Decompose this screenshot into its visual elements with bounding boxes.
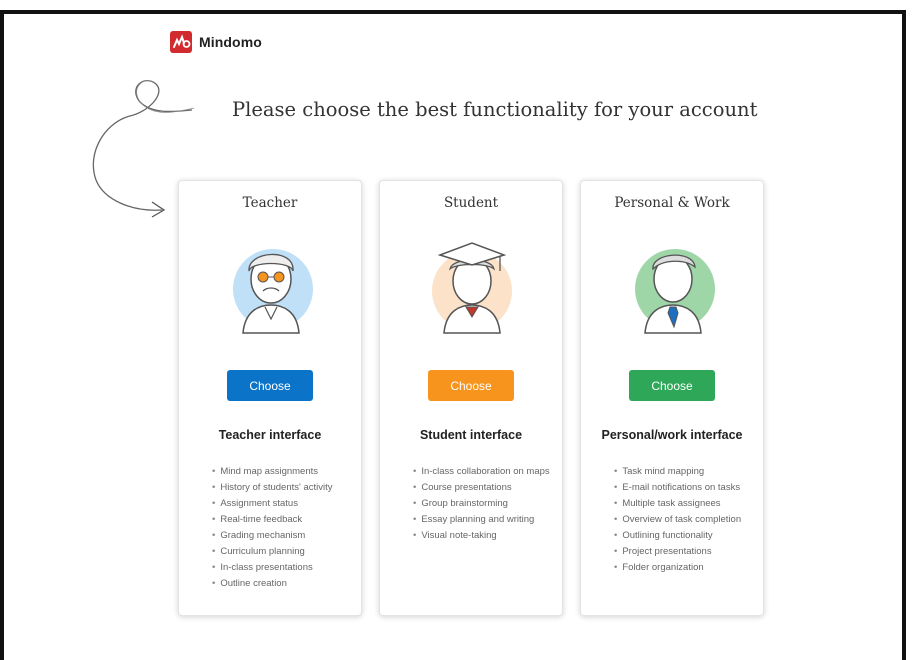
list-item: Outline creation (212, 576, 333, 592)
app-name: Mindomo (199, 34, 262, 50)
mindomo-logo-icon (170, 31, 192, 53)
list-item: Course presentations (413, 480, 550, 496)
student-interface-heading: Student interface (419, 428, 523, 442)
card-title: Personal & Work (614, 195, 730, 211)
page-title: Please choose the best functionality for… (232, 98, 758, 121)
list-item: Mind map assignments (212, 464, 333, 480)
list-item: Project presentations (614, 544, 741, 560)
personal-work-avatar-icon (635, 249, 715, 334)
teacher-card: Teacher Choose Teacher interface Mind ma… (178, 180, 362, 616)
list-item: Assignment status (212, 496, 333, 512)
student-feature-list: In-class collaboration on maps Course pr… (413, 464, 550, 544)
personal-work-card: Personal & Work Choose Personal/work int… (580, 180, 764, 616)
list-item: Outlining functionality (614, 528, 741, 544)
mindomo-logo[interactable]: Mindomo (170, 31, 262, 53)
personal-work-interface-heading: Personal/work interface (601, 428, 743, 442)
list-item: Real-time feedback (212, 512, 333, 528)
list-item: Curriculum planning (212, 544, 333, 560)
list-item: Multiple task assignees (614, 496, 741, 512)
list-item: Overview of task completion (614, 512, 741, 528)
list-item: Visual note-taking (413, 528, 550, 544)
teacher-feature-list: Mind map assignments History of students… (212, 464, 333, 592)
personal-work-choose-button[interactable]: Choose (629, 370, 715, 401)
list-item: Group brainstorming (413, 496, 550, 512)
list-item: Grading mechanism (212, 528, 333, 544)
card-title: Student (443, 195, 499, 211)
list-item: Essay planning and writing (413, 512, 550, 528)
student-choose-button[interactable]: Choose (428, 370, 514, 401)
teacher-choose-button[interactable]: Choose (227, 370, 313, 401)
list-item: History of students' activity (212, 480, 332, 496)
list-item: E-mail notifications on tasks (614, 480, 741, 496)
teacher-interface-heading: Teacher interface (218, 428, 322, 442)
student-card: Student Choose Student interface In-clas… (379, 180, 563, 616)
card-title: Teacher (242, 195, 298, 211)
list-item: Task mind mapping (614, 464, 741, 480)
list-item: In-class collaboration on maps (413, 464, 549, 480)
student-avatar-icon (432, 242, 512, 334)
personal-work-feature-list: Task mind mapping E-mail notifications o… (614, 464, 741, 576)
list-item: In-class presentations (212, 560, 333, 576)
list-item: Folder organization (614, 560, 741, 576)
teacher-avatar-icon (233, 249, 313, 334)
